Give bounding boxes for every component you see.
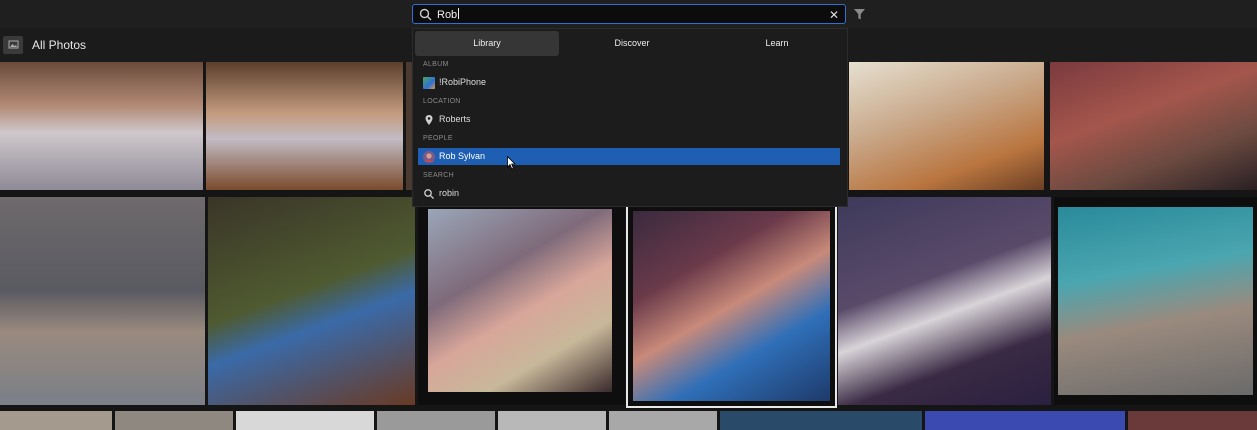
tab-learn[interactable]: Learn: [705, 31, 849, 56]
photo-thumbnail[interactable]: [236, 411, 374, 430]
suggestion-search-robin[interactable]: robin: [418, 185, 840, 202]
search-suggestions-dropdown: Library Discover Learn ALBUM !RobiPhone …: [412, 28, 848, 207]
search-icon: [424, 189, 434, 199]
photo-thumbnail[interactable]: [849, 62, 1044, 190]
section-heading-album: ALBUM: [423, 61, 449, 68]
page-title: All Photos: [32, 38, 87, 52]
mouse-pointer-icon: [507, 156, 516, 170]
suggestion-location-roberts[interactable]: Roberts: [418, 111, 840, 128]
search-box[interactable]: Rob ✕: [412, 4, 846, 24]
section-heading-location: LOCATION: [423, 98, 461, 105]
top-bar: Rob ✕: [0, 0, 1257, 28]
section-heading-search: SEARCH: [423, 172, 454, 179]
album-thumbnail-icon: [423, 77, 435, 89]
photo-image: [1058, 207, 1253, 395]
photo-thumbnail[interactable]: [498, 411, 606, 430]
filter-icon[interactable]: [854, 9, 865, 20]
suggestion-tabs: Library Discover Learn: [415, 31, 845, 56]
tab-discover[interactable]: Discover: [560, 31, 704, 56]
search-icon: [419, 8, 432, 21]
photo-thumbnail[interactable]: [0, 197, 205, 405]
photo-thumbnail[interactable]: [206, 62, 403, 190]
suggestion-album-robiphone[interactable]: !RobiPhone: [418, 74, 840, 91]
photo-thumbnail[interactable]: [115, 411, 233, 430]
search-input[interactable]: Rob: [437, 8, 459, 21]
suggestion-label: !RobiPhone: [439, 77, 487, 87]
location-pin-icon: [425, 115, 433, 125]
photo-thumbnail[interactable]: [0, 411, 112, 430]
photo-thumbnail[interactable]: [1050, 62, 1257, 190]
photo-thumbnail[interactable]: [0, 62, 203, 190]
photo-thumbnail[interactable]: [720, 411, 922, 430]
suggestion-label: robin: [439, 188, 460, 198]
photo-thumbnail[interactable]: [377, 411, 495, 430]
image-icon: [8, 40, 19, 49]
photo-thumbnail[interactable]: [418, 197, 625, 405]
tab-library[interactable]: Library: [415, 31, 559, 56]
suggestion-label: Rob Sylvan: [439, 151, 486, 161]
photo-thumbnail-selected[interactable]: [626, 204, 837, 408]
photo-thumbnail[interactable]: [208, 197, 415, 405]
photo-thumbnail[interactable]: [1054, 197, 1257, 405]
photo-thumbnail[interactable]: [838, 197, 1051, 405]
suggestion-person-rob-sylvan[interactable]: Rob Sylvan: [418, 148, 840, 165]
person-avatar-icon: [423, 151, 435, 163]
photo-view-icon[interactable]: [3, 36, 23, 54]
photo-image: [633, 211, 830, 401]
photo-thumbnail[interactable]: [925, 411, 1125, 430]
photo-thumbnail[interactable]: [1128, 411, 1257, 430]
photo-thumbnail[interactable]: [609, 411, 717, 430]
section-heading-people: PEOPLE: [423, 135, 453, 142]
clear-search-icon[interactable]: ✕: [829, 8, 839, 22]
suggestion-label: Roberts: [439, 114, 471, 124]
photo-image: [428, 209, 612, 392]
